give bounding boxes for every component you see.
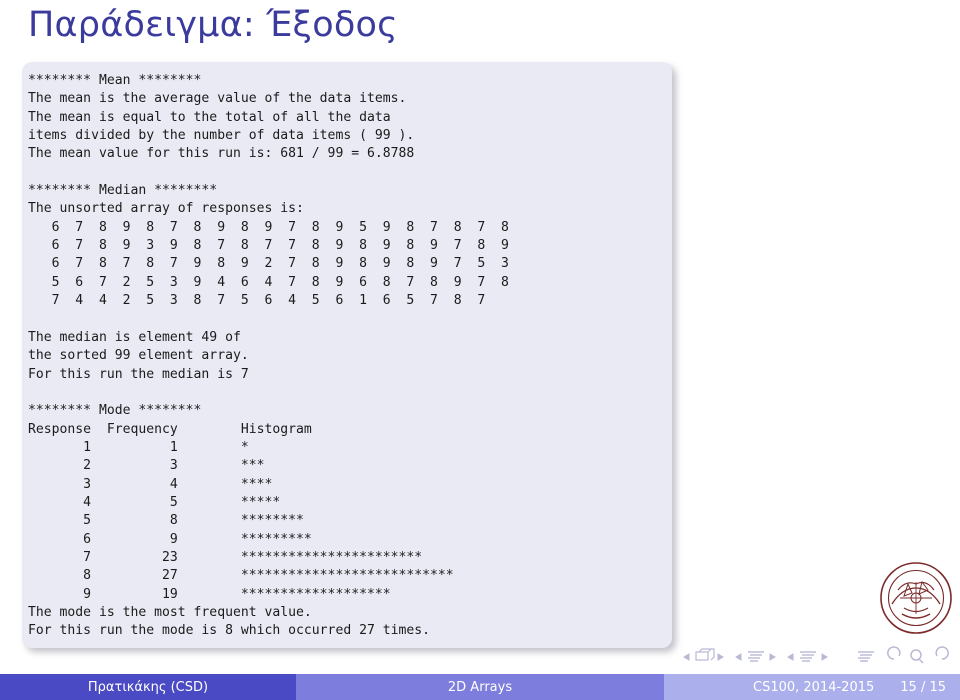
output-line: 8 27 ***************************: [28, 568, 454, 584]
frame-icon: [748, 651, 764, 662]
output-line: 6 7 8 9 8 7 8 9 8 9 7 8 9 5 9 8 7 8 7 8: [28, 219, 509, 235]
footer-course: CS100, 2014-2015: [753, 679, 875, 695]
output-line: 5 8 ********: [28, 513, 304, 529]
output-line: The unsorted array of responses is:: [28, 201, 304, 217]
output-line: The median is element 49 of: [28, 329, 241, 345]
forward-icon: [935, 646, 949, 660]
output-line: 5 6 7 2 5 3 9 4 6 4 7 8 9 6 8 7 8 9 7 8: [28, 274, 509, 290]
prev-subsection-icon: [787, 653, 794, 661]
output-line: 4 5 *****: [28, 494, 281, 510]
output-line: Response Frequency Histogram: [28, 421, 312, 437]
slide-footer: Πρατικάκης (CSD) 2D Arrays CS100, 2014-2…: [0, 674, 960, 700]
footer-section-title: 2D Arrays: [296, 674, 664, 700]
output-line: The mean value for this run is: 681 / 99…: [28, 146, 415, 162]
program-output-block: ******** Mean ******** The mean is the av…: [22, 62, 672, 648]
output-line: 1 1 *: [28, 439, 249, 455]
output-line: the sorted 99 element array.: [28, 348, 249, 364]
search-icon: [910, 649, 922, 661]
footer-meta: CS100, 2014-2015 15 / 15: [664, 674, 960, 700]
next-subsection-icon: [821, 653, 828, 661]
output-line: items divided by the number of data item…: [28, 128, 415, 144]
next-frame-icon: [769, 653, 776, 661]
output-line: 3 4 ****: [28, 476, 273, 492]
output-line: ******** Median ********: [28, 183, 218, 199]
prev-frame-icon: [735, 653, 742, 661]
program-output-text: ******** Mean ******** The mean is the av…: [28, 72, 672, 641]
output-line: 6 7 8 9 3 9 8 7 8 7 7 8 9 8 9 8 9 7 8 9: [28, 238, 509, 254]
subsection-icon: [800, 651, 816, 662]
beamer-navigation-bar[interactable]: [680, 646, 952, 668]
output-line: For this run the mode is 8 which occurre…: [28, 623, 431, 639]
next-slide-icon: [717, 653, 724, 661]
section-icon: [858, 651, 874, 662]
footer-author: Πρατικάκης (CSD): [0, 674, 296, 700]
output-line: The mean is the average value of the dat…: [28, 91, 407, 107]
page-title: Παράδειγμα: Έξοδος: [28, 5, 398, 45]
output-line: ******** Mode ********: [28, 403, 202, 419]
output-line: The mean is equal to the total of all th…: [28, 109, 391, 125]
prev-slide-icon: [683, 653, 690, 661]
output-line: 6 7 8 7 8 7 9 8 9 2 7 8 9 8 9 8 9 7 5 3: [28, 256, 509, 272]
output-line: 7 4 4 2 5 3 8 7 5 6 4 5 6 1 6 5 7 8 7: [28, 293, 486, 309]
output-line: The mode is the most frequent value.: [28, 604, 312, 620]
output-line: 7 23 ***********************: [28, 549, 423, 565]
output-line: ******** Mean ********: [28, 73, 202, 88]
footer-page-number: 15 / 15: [900, 679, 946, 695]
output-line: 6 9 *********: [28, 531, 312, 547]
output-line: 9 19 *******************: [28, 586, 391, 602]
slide-stack-icon: [695, 648, 715, 661]
university-seal-logo: [878, 560, 954, 636]
output-line: For this run the median is 7: [28, 366, 249, 382]
back-icon: [887, 646, 901, 660]
output-line: 2 3 ***: [28, 458, 265, 474]
